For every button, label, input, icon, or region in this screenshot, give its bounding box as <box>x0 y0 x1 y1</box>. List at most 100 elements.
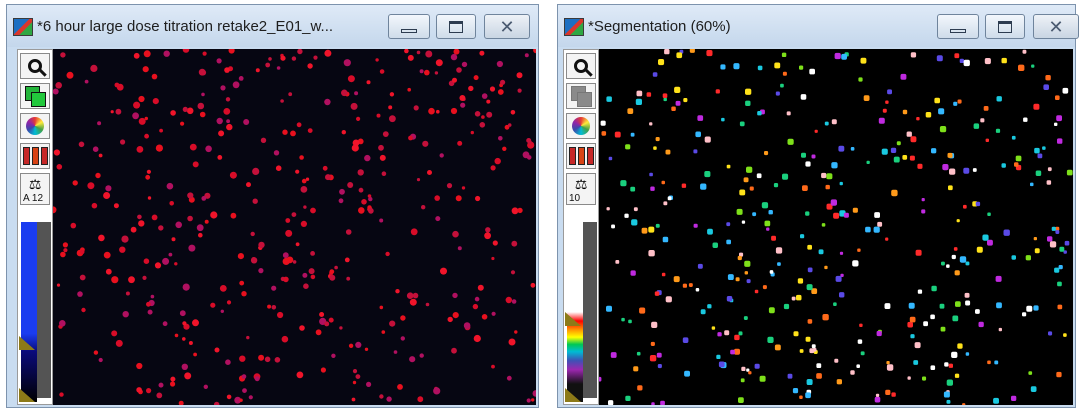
cell-blob <box>734 348 740 355</box>
cell-blob <box>202 51 207 56</box>
cell-blob <box>717 332 722 337</box>
image-window[interactable]: *6 hour large dose titration retake2_E01… <box>6 4 539 408</box>
cell-blob <box>146 301 151 307</box>
cell-blob <box>807 244 812 250</box>
color-tool[interactable] <box>20 113 50 139</box>
cell-blob <box>453 49 460 55</box>
cell-blob <box>510 270 516 275</box>
cell-blob <box>355 374 361 379</box>
cell-blob <box>341 130 346 135</box>
channels-tool[interactable] <box>566 143 596 169</box>
cell-blob <box>1033 237 1037 241</box>
cell-blob <box>764 151 769 156</box>
cell-blob <box>133 52 140 59</box>
cell-blob <box>655 223 660 228</box>
range-handle-bottom[interactable] <box>565 388 581 402</box>
cell-blob <box>1034 248 1040 254</box>
cell-blob <box>376 113 381 118</box>
cell-blob <box>507 123 512 127</box>
cell-blob <box>630 186 636 192</box>
cell-blob <box>916 117 920 121</box>
cell-blob <box>917 163 923 169</box>
cell-blob <box>995 128 1001 133</box>
segmented-objects <box>599 49 1073 405</box>
cell-blob <box>531 398 535 402</box>
cell-blob <box>839 251 844 255</box>
cell-blob <box>1037 153 1043 159</box>
select-tool[interactable] <box>20 83 50 109</box>
cell-blob <box>775 91 780 96</box>
maximize-button[interactable] <box>436 14 476 39</box>
calibration-tool[interactable]: ⚖ 10 <box>566 173 596 205</box>
close-button[interactable]: ✕ <box>484 14 530 39</box>
cell-blob <box>630 270 636 276</box>
cell-blob <box>943 391 950 398</box>
cell-blob <box>954 270 960 276</box>
cell-blob <box>648 226 655 233</box>
cell-blob <box>1011 135 1016 140</box>
range-handle-top[interactable] <box>19 336 35 350</box>
cell-blob <box>413 105 419 111</box>
close-button[interactable]: ✕ <box>1033 14 1079 39</box>
cell-blob <box>204 219 209 224</box>
cell-blob <box>946 399 951 404</box>
cell-blob <box>984 58 991 65</box>
segmentation-image[interactable] <box>599 49 1073 405</box>
cell-blob <box>671 106 676 111</box>
cell-blob <box>450 53 458 61</box>
cell-blob <box>946 264 950 268</box>
cell-blob <box>460 102 466 108</box>
cell-blob <box>303 283 309 289</box>
cell-blob <box>693 149 698 154</box>
cell-blob <box>142 66 149 73</box>
cell-blob <box>416 50 421 55</box>
cell-blob <box>295 242 300 247</box>
cell-blob <box>793 331 799 337</box>
cell-blob <box>816 373 822 379</box>
cell-blob <box>324 49 332 57</box>
title-bar[interactable]: *6 hour large dose titration retake2_E01… <box>7 5 538 47</box>
cell-blob <box>985 138 989 142</box>
cell-blob <box>1014 162 1019 167</box>
zoom-tool[interactable] <box>566 53 596 79</box>
cell-blob <box>754 363 760 369</box>
cell-blob <box>825 184 830 190</box>
cell-blob <box>946 379 953 386</box>
cell-blob <box>746 166 753 173</box>
fluorescence-image[interactable] <box>53 49 536 405</box>
cell-blob <box>994 360 999 365</box>
range-handle-top[interactable] <box>565 312 581 326</box>
cell-blob <box>860 57 867 64</box>
cell-blob <box>611 224 615 229</box>
contrast-slider[interactable] <box>583 222 597 398</box>
cell-blob <box>90 64 98 72</box>
cell-blob <box>681 183 687 188</box>
cell-blob <box>146 388 152 394</box>
cell-blob <box>824 265 828 270</box>
cell-blob <box>876 330 882 337</box>
channels-tool[interactable] <box>20 143 50 169</box>
cell-blob <box>137 214 142 220</box>
cell-blob <box>230 212 237 219</box>
contrast-slider[interactable] <box>37 222 51 398</box>
color-tool[interactable] <box>566 113 596 139</box>
cell-blob <box>237 253 244 260</box>
cell-blob <box>505 296 512 304</box>
cell-blob <box>734 334 740 341</box>
select-tool[interactable] <box>566 83 596 109</box>
maximize-button[interactable] <box>985 14 1025 39</box>
cell-blob <box>1030 386 1037 392</box>
cell-blob <box>223 108 231 115</box>
cell-blob <box>113 203 119 209</box>
cell-blob <box>241 291 247 297</box>
cell-blob <box>138 95 145 103</box>
cell-blob <box>821 223 826 227</box>
calibration-tool[interactable]: ⚖ A 12 <box>20 173 50 205</box>
range-handle-bottom[interactable] <box>19 388 35 402</box>
segmentation-window[interactable]: *Segmentation (60%) ✕ ⚖ 10 <box>557 4 1079 408</box>
cell-blob <box>329 269 335 275</box>
minimize-button[interactable] <box>937 14 979 39</box>
title-bar[interactable]: *Segmentation (60%) ✕ <box>558 5 1079 47</box>
zoom-tool[interactable] <box>20 53 50 79</box>
minimize-button[interactable] <box>388 14 430 39</box>
